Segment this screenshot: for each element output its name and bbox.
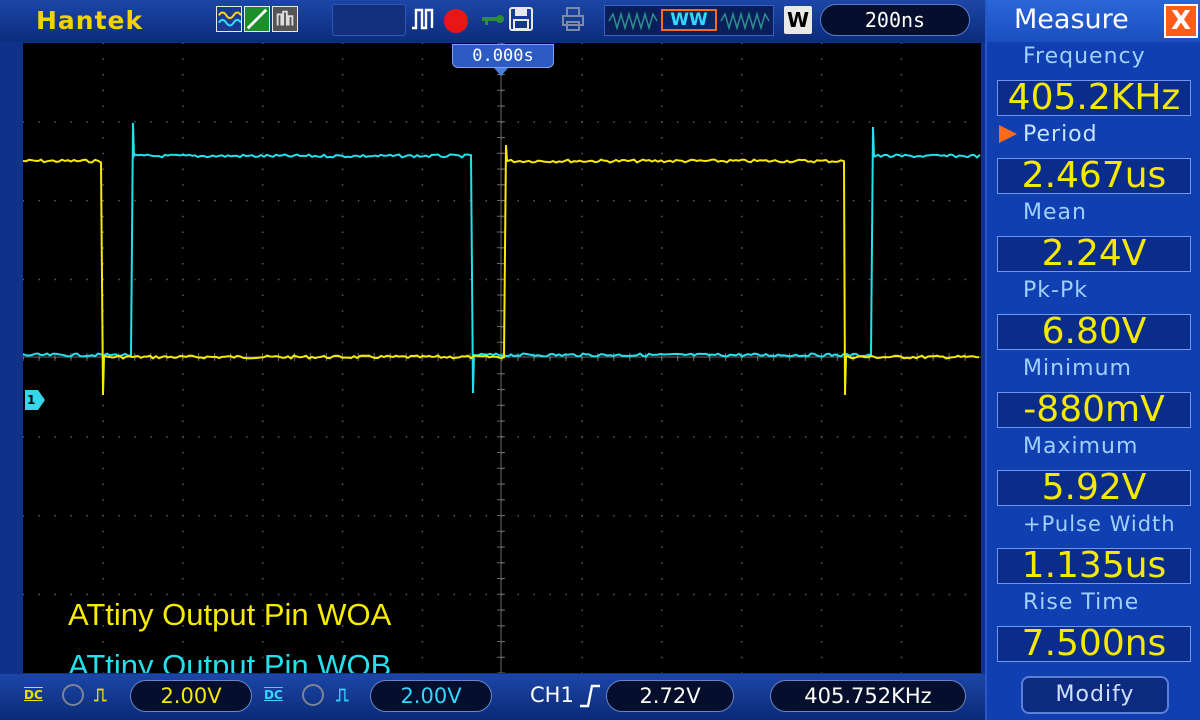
measure-title: Measure [1014,4,1129,35]
measure-label-pulse-width: +Pulse Width [1023,512,1176,536]
window-button[interactable]: W [784,6,812,34]
measure-panel: Measure X Frequency 405.2KHz Period 2.46… [985,0,1200,720]
measure-label-pkpk: Pk-Pk [1023,278,1088,303]
measure-label-period: Period [999,122,1098,147]
measure-value-rise-time[interactable]: 7.500ns [997,626,1191,662]
measure-label-period-text: Period [1023,122,1098,147]
annotation-wob: ATtiny Output Pin WOB [68,648,392,673]
pulse-icon[interactable] [410,6,436,32]
trigger-time-marker[interactable]: 0.000s [452,44,554,68]
measure-value-pulse-width[interactable]: 1.135us [997,548,1191,584]
measure-value-frequency[interactable]: 405.2KHz [997,80,1191,116]
measure-label-frequency: Frequency [1023,44,1146,69]
measure-label-maximum: Maximum [1023,434,1139,459]
ch2-bw-limit-icon[interactable] [302,684,324,706]
math-wave-icon[interactable] [216,6,242,32]
measure-value-period[interactable]: 2.467us [997,158,1191,194]
printer-icon[interactable] [560,6,586,32]
measure-value-maximum[interactable]: 5.92V [997,470,1191,506]
close-icon[interactable]: X [1164,4,1198,38]
measure-value-minimum[interactable]: -880mV [997,392,1191,428]
top-toolbar: Hantek WW W 200ns [0,0,985,42]
measure-header: Measure X [987,0,1200,42]
ch2-pulse-icon[interactable]: ⎍ [336,685,349,706]
measure-label-rise-time: Rise Time [1023,590,1140,615]
ch1-coupling[interactable]: DC [24,688,43,702]
waveform-plot [23,43,981,673]
timebase-window[interactable]: WW [661,9,717,31]
trigger-level-display[interactable]: 2.72V [606,680,734,712]
annotation-woa: ATtiny Output Pin WOA [68,597,392,632]
oscilloscope-app: Hantek WW W 200ns 1 ATtiny Output Pin WO… [0,0,1200,720]
modify-button[interactable]: Modify [1021,676,1169,714]
brand-logo: Hantek [36,6,144,35]
rising-edge-icon[interactable] [578,682,602,710]
ch2-coupling[interactable]: DC [264,688,283,702]
measure-label-minimum: Minimum [1023,356,1132,381]
persistence-icon[interactable] [272,6,298,32]
trigger-position-arrow-icon[interactable] [494,68,508,76]
ch1-bw-limit-icon[interactable] [62,684,84,706]
key-icon[interactable] [480,6,506,32]
ch1-pulse-icon[interactable]: ⎍ [94,685,107,706]
toolbar-spacer [332,4,406,36]
trigger-source[interactable]: CH1 [530,683,574,707]
timebase-window-bar[interactable]: WW [604,5,774,36]
bottom-status-bar: DC ⎍ 2.00V DC ⎍ 2.00V CH1 2.72V 405.752K… [0,674,985,720]
measure-label-mean: Mean [1023,200,1087,225]
waveform-screen[interactable]: 1 ATtiny Output Pin WOA ATtiny Output Pi… [23,43,981,673]
measure-value-pkpk[interactable]: 6.80V [997,314,1191,350]
ch1-volts-div[interactable]: 2.00V [130,680,252,712]
ch2-volts-div[interactable]: 2.00V [370,680,492,712]
frequency-counter[interactable]: 405.752KHz [770,680,966,712]
measure-value-mean[interactable]: 2.24V [997,236,1191,272]
timebase-display[interactable]: 200ns [820,4,970,36]
ramp-icon[interactable] [244,6,270,32]
save-icon[interactable] [508,6,534,32]
selection-arrow-icon [999,125,1017,143]
record-icon[interactable] [444,9,468,33]
